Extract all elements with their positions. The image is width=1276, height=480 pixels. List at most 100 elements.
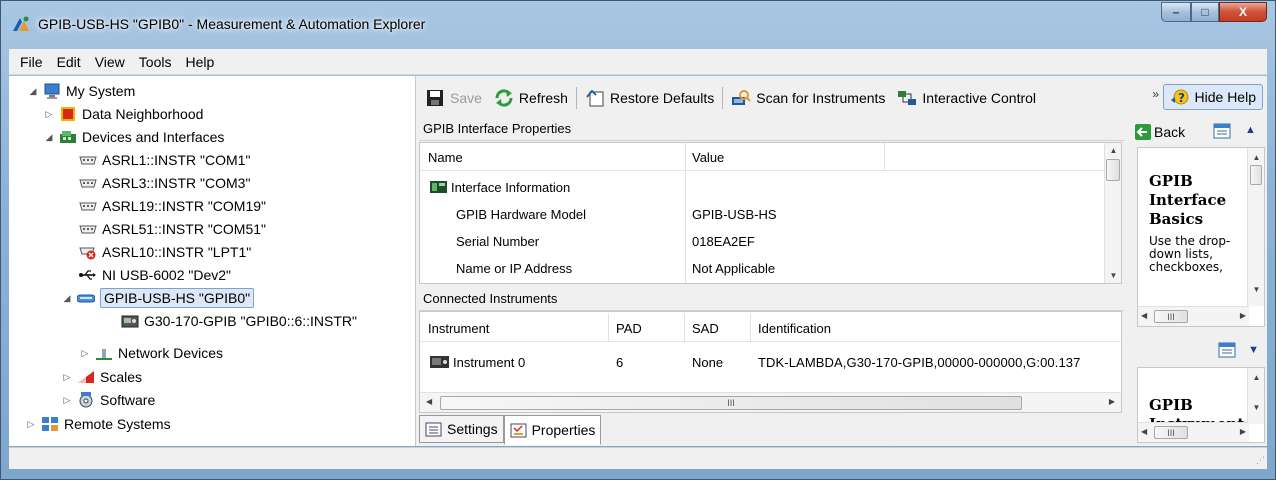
toolbar-separator bbox=[722, 87, 724, 109]
tree-item-asrl3[interactable]: ASRL3::INSTR "COM3" bbox=[79, 172, 250, 194]
scan-icon bbox=[731, 89, 751, 107]
tab-settings[interactable]: Settings bbox=[419, 415, 504, 443]
horizontal-scrollbar[interactable]: ◀ III ▶ bbox=[420, 392, 1121, 412]
menu-file[interactable]: File bbox=[13, 54, 50, 70]
property-value[interactable]: 018EA2EF bbox=[692, 227, 755, 255]
scan-for-instruments-button[interactable]: Scan for Instruments bbox=[725, 85, 891, 111]
tree-item-asrl10[interactable]: ASRL10::INSTR "LPT1" bbox=[79, 241, 251, 263]
scrollbar-thumb[interactable] bbox=[1106, 159, 1120, 181]
help-horizontal-scrollbar[interactable]: ◀ III ▶ bbox=[1138, 422, 1249, 442]
tree-item-asrl51[interactable]: ASRL51::INSTR "COM51" bbox=[79, 218, 266, 240]
vertical-scrollbar[interactable]: ▲ ▼ bbox=[1104, 143, 1121, 283]
minimize-button[interactable]: – bbox=[1161, 2, 1191, 22]
tree-item-gpib-usb-hs[interactable]: ◢ GPIB-USB-HS "GPIB0" bbox=[61, 287, 255, 309]
interactive-control-button[interactable]: Interactive Control bbox=[891, 85, 1042, 111]
scroll-up-icon[interactable]: ▲ bbox=[1248, 373, 1264, 382]
title-bar[interactable]: GPIB-USB-HS "GPIB0" - Measurement & Auto… bbox=[1, 1, 1275, 49]
restore-defaults-icon bbox=[585, 89, 605, 107]
column-header-pad[interactable]: PAD bbox=[616, 314, 642, 342]
help-icon: ? bbox=[1170, 88, 1190, 106]
tree-item-asrl1[interactable]: ASRL1::INSTR "COM1" bbox=[79, 149, 250, 171]
column-header-name[interactable]: Name bbox=[428, 143, 463, 171]
scales-icon bbox=[77, 369, 95, 385]
menu-view[interactable]: View bbox=[88, 54, 132, 70]
svg-text:?: ? bbox=[1178, 91, 1185, 105]
tree-item-data-neighborhood[interactable]: ▷ Data Neighborhood bbox=[43, 103, 204, 125]
expander-icon[interactable]: ◢ bbox=[61, 293, 73, 304]
expand-chevron-icon[interactable]: ▼ bbox=[1248, 344, 1259, 356]
close-button[interactable]: X bbox=[1219, 2, 1267, 22]
scrollbar-thumb[interactable]: III bbox=[440, 396, 1022, 410]
column-header-sad[interactable]: SAD bbox=[692, 314, 719, 342]
tree-item-asrl19[interactable]: ASRL19::INSTR "COM19" bbox=[79, 195, 266, 217]
resize-grip-icon[interactable]: ⋰ bbox=[1256, 455, 1265, 466]
scroll-up-icon[interactable]: ▲ bbox=[1248, 153, 1264, 162]
help-contents-icon[interactable] bbox=[1213, 123, 1231, 139]
column-divider bbox=[884, 143, 885, 171]
save-button[interactable]: Save bbox=[419, 85, 488, 111]
tree-item-scales[interactable]: ▷ Scales bbox=[61, 366, 143, 388]
menu-tools[interactable]: Tools bbox=[132, 54, 179, 70]
column-header-instrument[interactable]: Instrument bbox=[428, 314, 489, 342]
client-area: ◢ My System ▷ Data Neighborhood ◢ Device… bbox=[9, 76, 1267, 446]
scrollbar-thumb[interactable]: III bbox=[1154, 426, 1188, 439]
collapse-chevron-icon[interactable]: ▲ bbox=[1245, 124, 1256, 136]
scroll-left-icon[interactable]: ◀ bbox=[1141, 311, 1147, 320]
back-arrow-icon bbox=[1135, 124, 1151, 140]
scroll-right-icon[interactable]: ▶ bbox=[1240, 427, 1246, 436]
help-back-button[interactable]: Back bbox=[1135, 124, 1185, 140]
menu-help[interactable]: Help bbox=[178, 54, 221, 70]
column-header-value[interactable]: Value bbox=[692, 143, 724, 171]
scroll-left-icon[interactable]: ◀ bbox=[426, 397, 432, 406]
refresh-button[interactable]: Refresh bbox=[488, 85, 574, 111]
scroll-down-icon[interactable]: ▼ bbox=[1105, 271, 1122, 280]
tree-item-g30-170-gpib[interactable]: G30-170-GPIB "GPIB0::6::INSTR" bbox=[121, 310, 357, 332]
column-header-identification[interactable]: Identification bbox=[758, 314, 831, 342]
help-vertical-scrollbar[interactable]: ▲ ▼ bbox=[1247, 368, 1264, 424]
property-value[interactable]: Not Applicable bbox=[692, 254, 775, 282]
expander-icon[interactable]: ▷ bbox=[43, 109, 55, 120]
tree-item-label: NI USB-6002 "Dev2" bbox=[102, 267, 231, 283]
tree-item-my-system[interactable]: ◢ My System bbox=[27, 80, 135, 102]
maximize-button[interactable]: □ bbox=[1191, 2, 1219, 22]
expander-icon[interactable]: ▷ bbox=[61, 395, 73, 406]
help-navigation: Back ▲ bbox=[1133, 119, 1267, 145]
expander-icon[interactable]: ◢ bbox=[27, 86, 39, 97]
toolbar-overflow-icon[interactable]: » bbox=[1152, 87, 1159, 101]
scroll-left-icon[interactable]: ◀ bbox=[1141, 427, 1147, 436]
property-value[interactable]: GPIB-USB-HS bbox=[692, 200, 777, 228]
connected-instruments-header: Connected Instruments bbox=[419, 287, 1124, 311]
tree-item-label: Software bbox=[100, 392, 156, 408]
tree-item-ni-usb-6002[interactable]: NI USB-6002 "Dev2" bbox=[79, 264, 231, 286]
scroll-up-icon[interactable]: ▲ bbox=[1105, 146, 1122, 155]
scroll-right-icon[interactable]: ▶ bbox=[1109, 397, 1115, 406]
tree-item-devices-and-interfaces[interactable]: ◢ Devices and Interfaces bbox=[43, 126, 225, 148]
scrollbar-thumb[interactable]: III bbox=[1154, 310, 1188, 323]
instrument-identification: TDK-LAMBDA,G30-170-GPIB,00000-000000,G:0… bbox=[758, 354, 1081, 370]
hide-help-button[interactable]: ? Hide Help bbox=[1162, 84, 1263, 110]
table-row[interactable]: Interface Information bbox=[430, 173, 570, 201]
column-divider bbox=[685, 143, 686, 283]
help-vertical-scrollbar[interactable]: ▲ ▼ bbox=[1247, 148, 1264, 306]
expander-icon[interactable]: ▷ bbox=[61, 372, 73, 383]
scroll-down-icon[interactable]: ▼ bbox=[1248, 285, 1264, 294]
tree-item-software[interactable]: ▷ Software bbox=[61, 389, 155, 411]
help-contents-icon[interactable] bbox=[1218, 342, 1236, 358]
tree-item-label: ASRL51::INSTR "COM51" bbox=[102, 221, 266, 237]
tab-properties[interactable]: Properties bbox=[503, 415, 602, 445]
expander-icon[interactable]: ▷ bbox=[79, 348, 91, 359]
expander-icon[interactable]: ◢ bbox=[43, 132, 55, 143]
scroll-right-icon[interactable]: ▶ bbox=[1240, 311, 1246, 320]
instrument-pad: 6 bbox=[616, 354, 624, 370]
tree-item-label: Devices and Interfaces bbox=[82, 129, 225, 145]
tree-item-network-devices[interactable]: ▷ Network Devices bbox=[79, 342, 224, 364]
help-topic-title: GPIB Interface Basics bbox=[1149, 172, 1227, 228]
serial-port-icon bbox=[79, 198, 97, 214]
help-horizontal-scrollbar[interactable]: ◀ III ▶ bbox=[1138, 306, 1249, 326]
tree-item-remote-systems[interactable]: ▷ Remote Systems bbox=[25, 413, 171, 435]
scroll-down-icon[interactable]: ▼ bbox=[1248, 403, 1264, 412]
menu-edit[interactable]: Edit bbox=[50, 54, 88, 70]
expander-icon[interactable]: ▷ bbox=[25, 419, 37, 430]
scrollbar-thumb[interactable] bbox=[1250, 165, 1262, 185]
restore-defaults-button[interactable]: Restore Defaults bbox=[579, 85, 720, 111]
